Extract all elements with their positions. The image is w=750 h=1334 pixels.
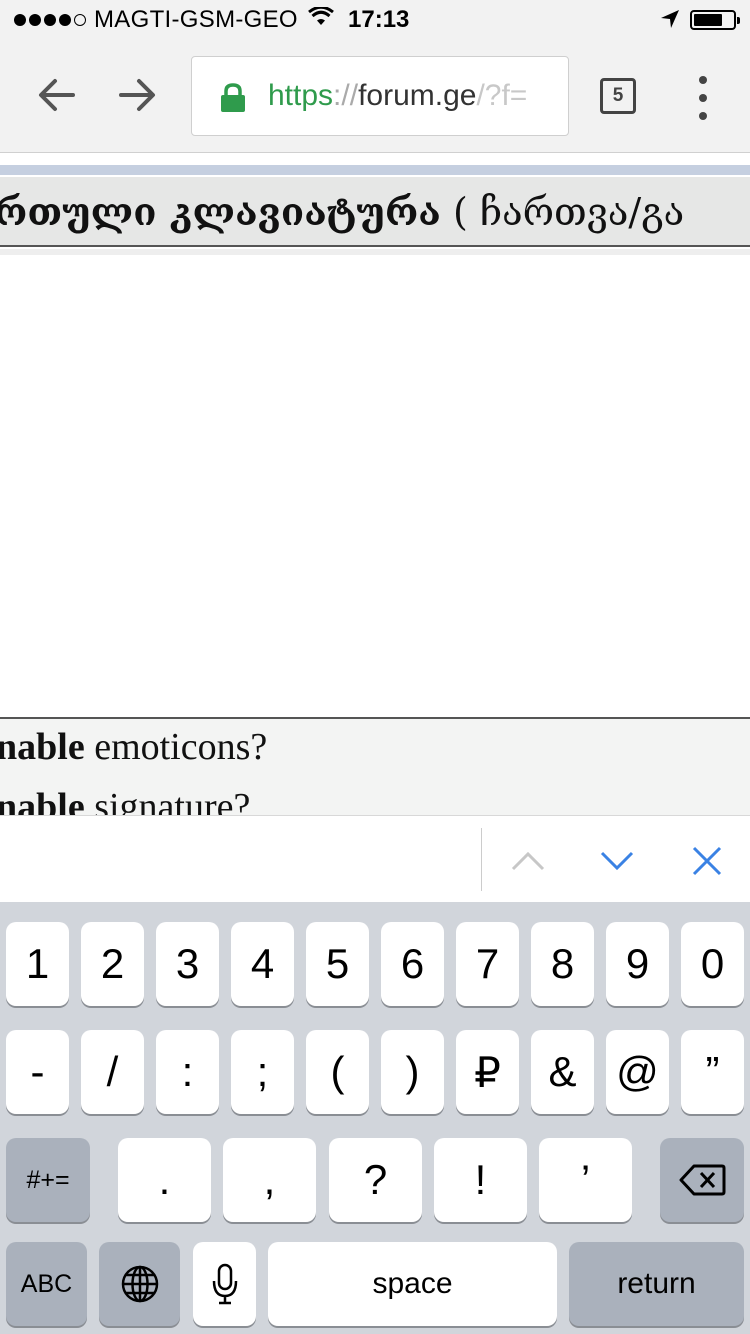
keyboard: 1 2 3 4 5 6 7 8 9 0 - / : ; ( ) ₽ & @ ” … [0, 902, 750, 1334]
menu-button[interactable] [690, 76, 716, 120]
topic-title-bold: რთული კლავიატურა [0, 189, 441, 234]
key-dictation[interactable] [193, 1242, 256, 1326]
location-arrow-icon [660, 8, 680, 36]
key-8[interactable]: 8 [531, 922, 594, 1006]
key-3[interactable]: 3 [156, 922, 219, 1006]
lock-icon [220, 83, 246, 118]
close-icon [692, 846, 722, 876]
address-bar[interactable]: https://forum.ge/?f= [191, 56, 569, 136]
url-scheme: https [268, 79, 334, 112]
key-semicolon[interactable]: ; [231, 1030, 294, 1114]
key-9[interactable]: 9 [606, 922, 669, 1006]
key-open-paren[interactable]: ( [306, 1030, 369, 1114]
topic-title: რთული კლავიატურა ( ჩართვა/გა [0, 189, 684, 234]
key-more-symbols[interactable]: #+= [6, 1138, 90, 1222]
key-space[interactable]: space [268, 1242, 557, 1326]
key-exclamation[interactable]: ! [434, 1138, 527, 1222]
status-bar: MAGTI-GSM-GEO 17:13 [0, 0, 750, 40]
key-2[interactable]: 2 [81, 922, 144, 1006]
post-options: nable emoticons? nable signature? [0, 719, 750, 815]
web-content: რთული კლავიატურა ( ჩართვა/გა nable emoti… [0, 153, 750, 815]
key-slash[interactable]: / [81, 1030, 144, 1114]
chevron-up-icon [511, 851, 545, 871]
key-7[interactable]: 7 [456, 922, 519, 1006]
key-return[interactable]: return [569, 1242, 744, 1326]
find-previous-button[interactable] [503, 836, 553, 886]
option-signature[interactable]: nable signature? [0, 785, 250, 815]
carrier-name: MAGTI-GSM-GEO [94, 6, 298, 33]
key-6[interactable]: 6 [381, 922, 444, 1006]
clock: 17:13 [348, 6, 410, 33]
header-strip [0, 165, 750, 175]
find-next-button[interactable] [592, 836, 642, 886]
chevron-down-icon [600, 851, 634, 871]
key-close-paren[interactable]: ) [381, 1030, 444, 1114]
option-emoticons[interactable]: nable emoticons? [0, 725, 267, 769]
tab-count: 5 [612, 85, 624, 106]
key-comma[interactable]: , [223, 1138, 316, 1222]
globe-icon [121, 1265, 158, 1303]
tab-switcher-button[interactable]: 5 [600, 78, 636, 114]
find-in-page-bar [0, 815, 750, 902]
url-separator: :// [333, 79, 359, 112]
key-colon[interactable]: : [156, 1030, 219, 1114]
key-abc[interactable]: ABC [6, 1242, 87, 1326]
url-text: https://forum.ge/?f= [268, 79, 527, 113]
key-backspace[interactable] [660, 1138, 744, 1222]
divider [481, 828, 482, 891]
wifi-icon [307, 5, 334, 34]
browser-toolbar: https://forum.ge/?f= 5 [0, 40, 750, 153]
topic-title-rest: ( ჩართვა/გა [452, 190, 685, 234]
back-button[interactable] [32, 70, 82, 120]
menu-dot-icon [699, 76, 707, 84]
key-ampersand[interactable]: & [531, 1030, 594, 1114]
key-at[interactable]: @ [606, 1030, 669, 1114]
find-close-button[interactable] [682, 836, 732, 886]
arrow-left-icon [39, 79, 75, 111]
key-5[interactable]: 5 [306, 922, 369, 1006]
backspace-icon [679, 1164, 726, 1196]
key-question[interactable]: ? [329, 1138, 422, 1222]
key-0[interactable]: 0 [681, 922, 744, 1006]
key-period[interactable]: . [118, 1138, 211, 1222]
key-1[interactable]: 1 [6, 922, 69, 1006]
url-host: forum.ge [358, 79, 477, 112]
key-ruble[interactable]: ₽ [456, 1030, 519, 1114]
battery-icon [690, 10, 740, 30]
post-body-area[interactable] [0, 255, 750, 717]
key-globe[interactable] [99, 1242, 180, 1326]
forward-button[interactable] [112, 70, 162, 120]
key-apostrophe[interactable]: ’ [539, 1138, 632, 1222]
topic-title-bar: რთული კლავიატურა ( ჩართვა/გა [0, 177, 750, 247]
arrow-right-icon [119, 79, 155, 111]
key-quote[interactable]: ” [681, 1030, 744, 1114]
key-4[interactable]: 4 [231, 922, 294, 1006]
signal-strength [14, 14, 86, 26]
key-hyphen[interactable]: - [6, 1030, 69, 1114]
url-path: /?f= [476, 79, 528, 112]
microphone-icon [212, 1263, 237, 1305]
